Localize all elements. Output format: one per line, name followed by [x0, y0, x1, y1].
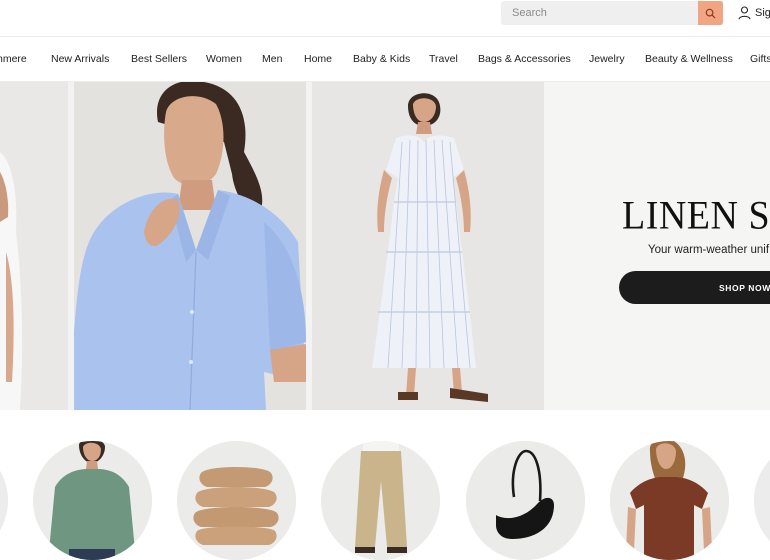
nav-item-women[interactable]: Women — [206, 53, 242, 65]
nav-item-cashmere[interactable]: hmere — [0, 53, 27, 65]
category-circle-bags[interactable] — [466, 441, 585, 560]
category-circle-partial-right[interactable] — [754, 441, 770, 560]
nav-item-home[interactable]: Home — [304, 53, 332, 65]
top-bar: Sig — [0, 0, 770, 36]
hero-title: LINEN SE — [622, 193, 770, 239]
category-nav: hmere New Arrivals Best Sellers Women Me… — [0, 36, 770, 82]
nav-item-men[interactable]: Men — [262, 53, 282, 65]
hero-image-model-striped-dress — [312, 82, 544, 410]
hero-subtitle: Your warm-weather unif — [648, 244, 770, 256]
nav-item-new-arrivals[interactable]: New Arrivals — [51, 53, 109, 65]
shop-now-button[interactable]: SHOP NOW — [619, 271, 770, 304]
search-input[interactable] — [501, 1, 698, 25]
search-button[interactable] — [698, 1, 723, 25]
category-circle-sweater[interactable] — [33, 441, 152, 560]
category-circle-bedding[interactable] — [177, 441, 296, 560]
sign-in-label: Sig — [755, 7, 770, 19]
category-circle-tshirt[interactable] — [610, 441, 729, 560]
category-circle-pants[interactable] — [321, 441, 440, 560]
nav-item-beauty-wellness[interactable]: Beauty & Wellness — [645, 53, 733, 65]
category-circles — [0, 410, 770, 560]
search-box — [501, 1, 723, 25]
search-icon — [705, 8, 716, 18]
sign-in-link[interactable]: Sig — [738, 4, 770, 22]
nav-item-baby-kids[interactable]: Baby & Kids — [353, 53, 410, 65]
hero-image-model-blue-shirt — [74, 82, 306, 410]
category-circle-partial-left[interactable] — [0, 441, 8, 560]
user-icon — [738, 6, 751, 20]
nav-item-gifts[interactable]: Gifts — [750, 53, 770, 65]
hero-banner[interactable]: LINEN SE Your warm-weather unif SHOP NOW — [0, 82, 770, 410]
nav-item-best-sellers[interactable]: Best Sellers — [131, 53, 187, 65]
nav-item-jewelry[interactable]: Jewelry — [589, 53, 625, 65]
hero-image-model-white-top — [0, 82, 68, 410]
nav-item-bags-accessories[interactable]: Bags & Accessories — [478, 53, 571, 65]
nav-item-travel[interactable]: Travel — [429, 53, 458, 65]
